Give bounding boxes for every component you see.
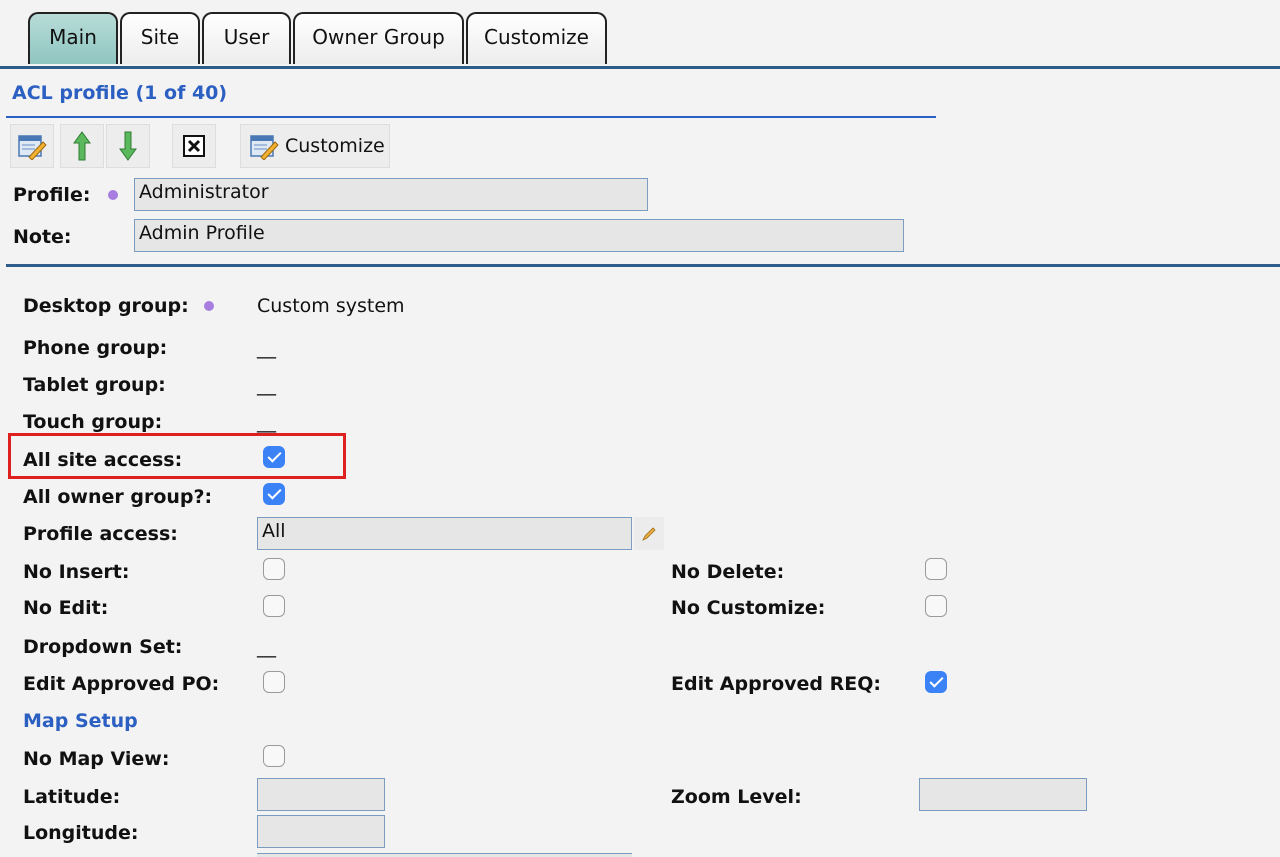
tablet-group-label: Tablet group: <box>23 374 166 396</box>
latitude-label: Latitude: <box>23 786 121 808</box>
title-divider <box>6 116 936 118</box>
profile-label: Profile: <box>13 184 91 206</box>
no-map-view-label: No Map View: <box>23 748 170 770</box>
arrow-up-icon <box>73 131 91 161</box>
note-label: Note: <box>13 226 72 248</box>
phone-group-value[interactable]: __ <box>257 337 276 359</box>
edit-approved-req-checkbox[interactable] <box>925 671 947 693</box>
no-map-view-checkbox[interactable] <box>263 745 285 767</box>
all-owner-group-label: All owner group?: <box>23 486 213 508</box>
no-delete-label: No Delete: <box>671 561 785 583</box>
tab-bar: Main Site User Owner Group Customize <box>0 0 1280 69</box>
required-dot-icon <box>204 301 214 311</box>
next-field-edge <box>257 853 632 857</box>
edit-button[interactable] <box>10 124 54 168</box>
tablet-group-value[interactable]: __ <box>257 374 276 396</box>
no-edit-checkbox[interactable] <box>263 595 285 617</box>
latitude-input[interactable] <box>257 778 385 811</box>
tab-main[interactable]: Main <box>28 12 118 64</box>
tab-owner-group[interactable]: Owner Group <box>293 12 464 64</box>
customize-icon <box>250 135 279 160</box>
page-title: ACL profile (1 of 40) <box>12 82 228 104</box>
profile-access-edit-button[interactable] <box>634 517 664 550</box>
dropdown-set-value[interactable]: __ <box>257 636 276 658</box>
profile-input[interactable]: Administrator <box>134 178 648 211</box>
edit-approved-req-label: Edit Approved REQ: <box>671 673 881 695</box>
tab-user[interactable]: User <box>202 12 291 64</box>
zoom-level-label: Zoom Level: <box>671 786 802 808</box>
move-up-button[interactable] <box>60 124 104 168</box>
no-edit-label: No Edit: <box>23 597 109 619</box>
tab-site[interactable]: Site <box>120 12 200 64</box>
phone-group-label: Phone group: <box>23 337 168 359</box>
touch-group-value[interactable]: __ <box>257 411 276 433</box>
map-setup-heading: Map Setup <box>23 710 138 732</box>
touch-group-label: Touch group: <box>23 411 163 433</box>
no-customize-label: No Customize: <box>671 597 826 619</box>
edit-approved-po-checkbox[interactable] <box>263 671 285 693</box>
dropdown-set-label: Dropdown Set: <box>23 636 183 658</box>
longitude-input[interactable] <box>257 815 385 848</box>
all-owner-group-checkbox[interactable] <box>263 483 285 505</box>
longitude-label: Longitude: <box>23 822 139 844</box>
all-site-access-checkbox[interactable] <box>263 446 285 468</box>
edit-icon <box>18 135 47 160</box>
note-input[interactable]: Admin Profile <box>134 219 904 252</box>
customize-label: Customize <box>285 135 385 157</box>
required-dot-icon <box>108 190 118 200</box>
all-site-access-label: All site access: <box>23 449 183 471</box>
desktop-group-label: Desktop group: <box>23 295 189 317</box>
profile-access-input[interactable]: All <box>257 517 632 550</box>
no-insert-label: No Insert: <box>23 561 130 583</box>
profile-access-label: Profile access: <box>23 523 178 545</box>
no-delete-checkbox[interactable] <box>925 558 947 580</box>
section-divider <box>6 264 1280 267</box>
edit-approved-po-label: Edit Approved PO: <box>23 673 220 695</box>
tab-customize[interactable]: Customize <box>466 12 607 64</box>
close-icon <box>183 135 205 157</box>
delete-button[interactable] <box>172 124 216 168</box>
arrow-down-icon <box>119 131 137 161</box>
no-insert-checkbox[interactable] <box>263 558 285 580</box>
pencil-icon <box>642 526 656 541</box>
no-customize-checkbox[interactable] <box>925 595 947 617</box>
customize-button[interactable]: Customize <box>240 124 390 168</box>
move-down-button[interactable] <box>106 124 150 168</box>
zoom-level-input[interactable] <box>919 778 1087 811</box>
desktop-group-value[interactable]: Custom system <box>257 295 405 317</box>
